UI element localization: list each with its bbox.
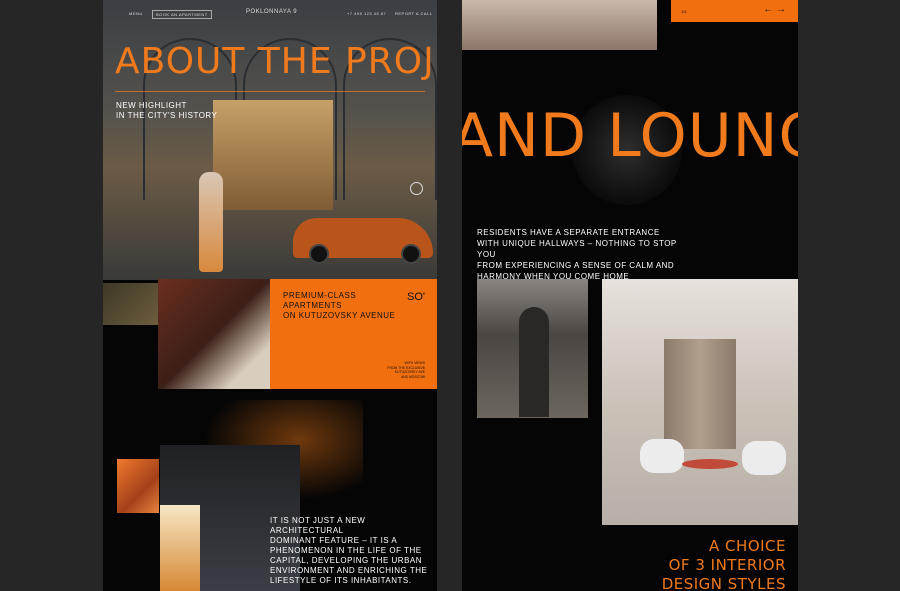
slider-bar: 1/4 ← →	[671, 0, 798, 22]
top-nav: MENU BOOK AN APARTMENT POKLONNAYA 9 +7 4…	[103, 0, 437, 28]
choice-line2: OF 3 INTERIOR	[668, 556, 786, 574]
section-title: AND LOUNGE	[462, 101, 798, 171]
description-line3: PHENOMENON IN THE LIFE OF THE	[270, 546, 422, 555]
description-line2: DOMINANT FEATURE – IT IS A	[270, 536, 398, 545]
hero-subtitle-line2: IN THE CITY'S HISTORY	[116, 111, 218, 120]
vase-photo	[158, 279, 271, 389]
orange-car	[293, 218, 433, 264]
book-button[interactable]: BOOK AN APARTMENT	[152, 10, 212, 19]
brand-logo[interactable]: POKLONNAYA 9	[246, 9, 297, 15]
design-styles-title: A CHOICE OF 3 INTERIOR DESIGN STYLES	[662, 537, 786, 591]
slide-counter: 1/4	[681, 9, 687, 14]
description-line5: ENVIRONMENT AND ENRICHING THE	[270, 566, 428, 575]
feature-line1: PREMIUM-CLASS	[283, 291, 357, 300]
hallway-photo	[477, 279, 588, 418]
phone-link[interactable]: +7 495 123 45 67	[347, 11, 386, 16]
lobby-chair-left	[640, 439, 684, 473]
feature-text: PREMIUM-CLASS APARTMENTS ON KUTUZOVSKY A…	[283, 291, 395, 321]
plants-photo	[103, 283, 158, 325]
choice-line1: A CHOICE	[709, 537, 786, 555]
lobby-photo	[602, 279, 798, 525]
coffee-table	[682, 459, 738, 469]
lounge-photo	[462, 0, 657, 50]
sunset-photo	[160, 505, 200, 591]
entrance-line3: FROM EXPERIENCING A SENSE OF CALM AND	[477, 261, 675, 270]
choice-line3: DESIGN STYLES	[661, 575, 786, 591]
slider-arrows-icon[interactable]: ← →	[763, 4, 786, 15]
so-logo: SO'	[407, 291, 425, 303]
description-line1: IT IS NOT JUST A NEW ARCHITECTURAL	[270, 516, 366, 535]
callback-link[interactable]: REPORT A CALL	[395, 11, 432, 16]
description-line4: CAPITAL, DEVELOPING THE URBAN	[270, 556, 423, 565]
scroll-indicator-icon[interactable]	[410, 182, 423, 195]
left-page-mockup: MENU BOOK AN APARTMENT POKLONNAYA 9 +7 4…	[103, 0, 437, 591]
hallway-door	[519, 307, 549, 417]
description-text: IT IS NOT JUST A NEW ARCHITECTURAL DOMIN…	[270, 516, 432, 586]
hero-subtitle: NEW HIGHLIGHT IN THE CITY'S HISTORY	[116, 101, 217, 121]
lobby-chair-right	[742, 441, 786, 475]
page-title: ABOUT THE PROJECT	[115, 41, 437, 82]
feature-card: PREMIUM-CLASS APARTMENTS ON KUTUZOVSKY A…	[270, 279, 437, 389]
entrance-line1: RESIDENTS HAVE A SEPARATE ENTRANCE	[477, 228, 660, 237]
menu-link[interactable]: MENU	[129, 11, 143, 16]
description-line6: LIFESTYLE OF ITS INHABITANTS.	[270, 576, 412, 585]
feature-line2: APARTMENTS	[283, 301, 342, 310]
lobby-wall-panel	[664, 339, 736, 449]
feature-note4: AND MOSCOW	[400, 374, 425, 379]
car-wheel-rear	[401, 244, 421, 264]
lobby-window	[213, 100, 333, 210]
feature-line3: ON KUTUZOVSKY AVENUE	[283, 311, 396, 320]
car-wheel-front	[309, 244, 329, 264]
hero-subtitle-line1: NEW HIGHLIGHT	[116, 101, 187, 110]
title-underline	[115, 91, 425, 92]
entrance-text: RESIDENTS HAVE A SEPARATE ENTRANCE WITH …	[477, 227, 697, 282]
right-page-mockup: 1/4 ← → AND LOUNGE RESIDENTS HAVE A SEPA…	[462, 0, 798, 591]
entrance-line2: WITH UNIQUE HALLWAYS – NOTHING TO STOP Y…	[477, 239, 677, 259]
walking-woman	[199, 172, 223, 272]
silk-photo	[117, 459, 159, 513]
feature-note: WITH VIEWS FROM THE EXCLUSIVE KUTUZOVSKY…	[387, 361, 425, 379]
